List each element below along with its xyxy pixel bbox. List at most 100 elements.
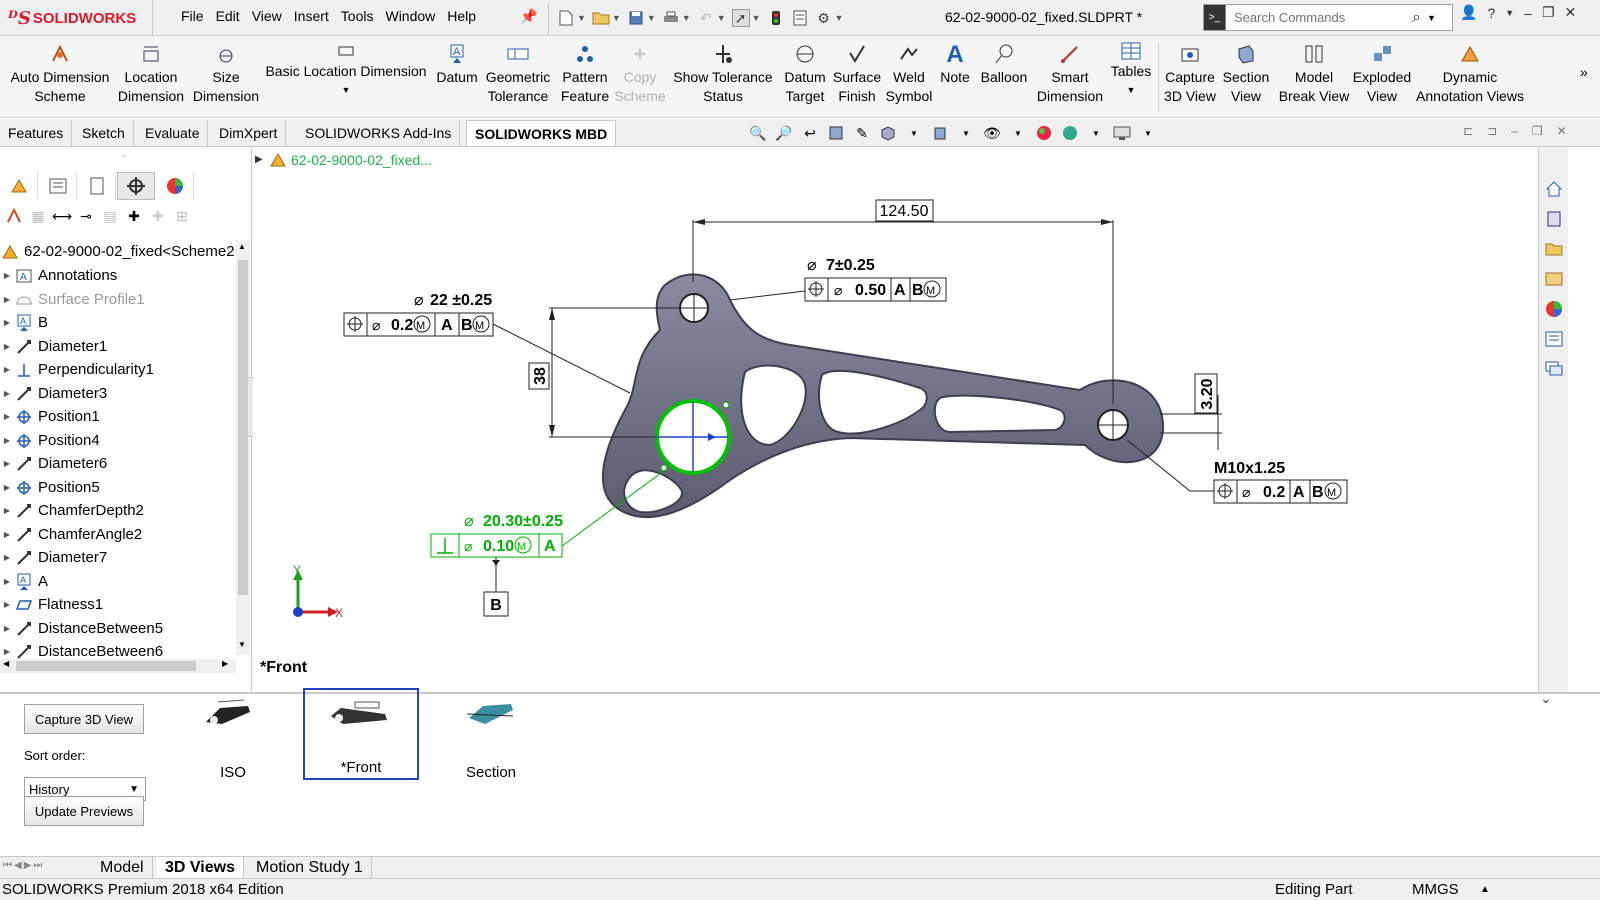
tab-sketch[interactable]: Sketch [74, 120, 134, 146]
rebuild-icon[interactable] [767, 9, 785, 27]
options-gear-icon[interactable]: ⚙ [815, 9, 833, 27]
tree-item[interactable]: ▶ Diameter3 [0, 382, 107, 405]
file-properties-icon[interactable] [791, 9, 809, 27]
menu-insert[interactable]: Insert [288, 8, 335, 24]
tree-item[interactable]: ▶ Flatness1 [0, 593, 103, 616]
view-thumbnail-front[interactable]: *Front [303, 688, 419, 780]
chevron-up-icon[interactable]: ▲ [1480, 879, 1490, 900]
edit-appearance-icon[interactable] [1034, 124, 1054, 142]
tab-addins[interactable]: SOLIDWORKS Add-Ins [297, 120, 461, 146]
datum-target-button[interactable]: Datum Target [780, 40, 830, 106]
menu-window[interactable]: Window [379, 8, 441, 24]
tab-mbd[interactable]: SOLIDWORKS MBD [466, 120, 617, 146]
chevron-down-icon[interactable]: ▼ [1427, 13, 1436, 23]
expand-icon[interactable]: ▶ [0, 389, 14, 398]
prev-tab-icon[interactable]: ◀ [14, 860, 22, 871]
search-icon[interactable]: ⌕ [1412, 9, 1421, 27]
dynamic-annotation-views-button[interactable]: Dynamic Annotation Views [1412, 40, 1528, 106]
chevron-down-icon[interactable]: ▼ [577, 13, 586, 23]
tree-horizontal-scrollbar[interactable]: ◀ ▶ [0, 659, 236, 673]
tree-item[interactable]: ▶ Position5 [0, 476, 100, 499]
close-icon[interactable]: ✕ [1565, 4, 1577, 21]
tab-model[interactable]: Model [92, 857, 153, 879]
scroll-right-icon[interactable]: ▶ [222, 659, 228, 668]
view-settings-icon[interactable] [1112, 124, 1132, 142]
fcf-position-right[interactable]: ⌀ 0.2 A B M [1213, 479, 1348, 504]
tree-item[interactable]: ▶ Position1 [0, 405, 100, 428]
forum-icon[interactable] [1542, 357, 1566, 381]
graphics-area[interactable]: ▶ 62-02-9000-02_fixed... 124.50 ⌀ 7±0.25… [253, 147, 1535, 692]
geometric-tolerance-button[interactable]: Geometric Tolerance [483, 40, 553, 106]
weld-symbol-button[interactable]: Weld Symbol [884, 40, 934, 106]
apply-scene-icon[interactable] [1060, 124, 1080, 142]
view-palette-icon[interactable] [1542, 267, 1566, 291]
restore-icon[interactable]: ❐ [1542, 4, 1555, 21]
dim-dia7-value[interactable]: 7±0.25 [826, 257, 875, 274]
expand-icon[interactable]: ▶ [0, 624, 14, 633]
user-icon[interactable]: 👤 [1460, 4, 1477, 21]
pattern-feature-button[interactable]: Pattern Feature [555, 40, 615, 106]
menu-view[interactable]: View [246, 8, 288, 24]
expand-icon[interactable]: ▶ [0, 271, 14, 280]
design-library-icon[interactable] [1542, 207, 1566, 231]
pin-icon[interactable]: 📌 [520, 8, 537, 25]
tab-3d-views[interactable]: 3D Views [157, 857, 244, 879]
capture-3d-view-button[interactable]: Capture 3D View [24, 704, 144, 734]
undo-icon[interactable]: ↶ [697, 9, 715, 27]
tree-item[interactable]: ▶ ChamferDepth2 [0, 499, 144, 522]
menu-edit[interactable]: Edit [210, 8, 246, 24]
expand-icon[interactable]: ▶ [0, 577, 14, 586]
tree-root[interactable]: 62-02-9000-02_fixed<Scheme2 [0, 240, 235, 263]
zoom-to-fit-icon[interactable]: 🔍 [748, 124, 768, 142]
minimize-icon[interactable]: – [1524, 5, 1532, 21]
help-icon[interactable]: ? [1487, 5, 1495, 21]
handle-point[interactable] [660, 464, 668, 472]
chevron-down-icon[interactable]: ▼ [612, 13, 621, 23]
handle-point[interactable] [722, 401, 730, 409]
tree-item[interactable]: ▶ A A [0, 570, 48, 593]
copy-scheme-icon[interactable]: ✚ [148, 207, 168, 225]
chevron-down-icon[interactable]: ▼ [752, 13, 761, 23]
basic-dimension-icon[interactable]: ⊸ [76, 207, 96, 225]
model-break-view-button[interactable]: Model Break View [1272, 40, 1356, 106]
datum-button[interactable]: A Datum [432, 40, 482, 87]
search-input[interactable] [1226, 10, 1406, 25]
dimxpert-manager-tab-icon[interactable] [117, 172, 155, 200]
tab-evaluate[interactable]: Evaluate [137, 120, 209, 146]
configuration-manager-tab-icon[interactable] [78, 172, 116, 200]
save-icon[interactable] [627, 9, 645, 27]
tab-motion-study[interactable]: Motion Study 1 [248, 857, 372, 879]
dim-dia22-value[interactable]: 22 ±0.25 [430, 292, 492, 309]
tree-item[interactable]: ▶ Surface Profile1 [0, 288, 145, 311]
size-dimension-icon[interactable]: ⟷ [52, 207, 72, 225]
size-dimension-button[interactable]: Size Dimension [190, 40, 262, 106]
feature-manager-tab-icon[interactable] [0, 172, 38, 200]
next-tab-icon[interactable]: ▶ [24, 860, 32, 871]
balloon-button[interactable]: Balloon [976, 40, 1032, 87]
expand-icon[interactable]: ▶ [0, 318, 14, 327]
view-thumbnail-iso[interactable]: ISO [175, 694, 291, 784]
chevron-down-icon[interactable]: ▼ [835, 13, 844, 23]
display-manager-tab-icon[interactable] [156, 172, 194, 200]
expand-icon[interactable]: ▶ [0, 647, 14, 656]
tables-button[interactable]: Tables ▼ [1108, 40, 1154, 100]
solidworks-logo[interactable]: ᴰS SOLIDWORKS [8, 4, 153, 32]
view-orientation-icon[interactable] [878, 124, 898, 142]
tree-vertical-scrollbar[interactable]: ▲ ▼ [236, 240, 250, 655]
expand-icon[interactable]: ▶ [0, 530, 14, 539]
show-tolerance-status-button[interactable]: Show Tolerance Status [668, 40, 778, 106]
auto-dimension-scheme-icon[interactable] [4, 207, 24, 225]
property-manager-tab-icon[interactable] [39, 172, 77, 200]
surface-finish-button[interactable]: Surface Finish [832, 40, 882, 106]
select-arrow-icon[interactable]: ➚ [731, 9, 750, 27]
appearances-icon[interactable] [1542, 297, 1566, 321]
close-icon[interactable]: ✕ [1557, 124, 1567, 138]
tree-item[interactable]: ▶ Diameter7 [0, 546, 107, 569]
chevron-down-icon[interactable]: ▼ [1086, 124, 1106, 142]
scroll-up-icon[interactable]: ▲ [238, 242, 246, 251]
location-dimension-icon[interactable]: ▦ [28, 207, 48, 225]
print-icon[interactable] [662, 9, 680, 27]
expand-icon[interactable]: ▶ [0, 483, 14, 492]
expand-icon[interactable]: ▶ [0, 553, 14, 562]
basic-location-dimension-button[interactable]: Basic Location Dimension ▼ [262, 40, 430, 100]
